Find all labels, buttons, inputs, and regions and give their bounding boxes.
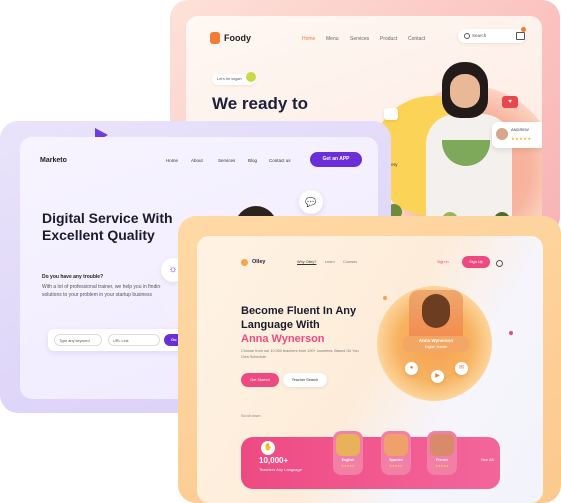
cart-badge: [521, 27, 526, 32]
olley-headline-accent: Anna Wynerson: [241, 333, 325, 345]
marketo-nav-about[interactable]: About: [191, 158, 203, 163]
rating-stars: ★★★★★: [341, 464, 355, 468]
sign-up-button[interactable]: Sign Up: [462, 256, 490, 268]
marketo-search-bar: Type any keyword URL Link Go: [48, 329, 198, 351]
get-app-button[interactable]: Get an APP: [310, 152, 362, 167]
foody-nav-contact[interactable]: Contact: [408, 36, 425, 42]
get-started-button[interactable]: Get Started: [241, 373, 279, 387]
tutor-name: Anna Wynerson: [418, 338, 454, 343]
olley-nav-why[interactable]: Why Olley?: [297, 260, 316, 264]
marketo-question: Do you have any trouble?: [42, 274, 104, 280]
heart-icon[interactable]: ♥: [502, 96, 518, 108]
foody-review-name: ANDREW: [511, 127, 529, 132]
olley-nav-learn[interactable]: Learn: [325, 260, 335, 264]
tutor-avatar: [422, 294, 450, 328]
marketo-nav-blog[interactable]: Blog: [248, 158, 257, 163]
foody-nav-product[interactable]: Product: [380, 36, 397, 42]
tutor-name-card: Anna Wynerson English Teacher: [403, 336, 469, 352]
olley-logo-icon: [241, 259, 248, 266]
marketo-nav-services[interactable]: Services: [218, 158, 235, 163]
rating-stars: ★★★★★: [435, 464, 449, 468]
video-icon[interactable]: ▶: [431, 370, 444, 383]
foody-nav-home[interactable]: Home: [302, 36, 315, 42]
search-icon[interactable]: [496, 260, 503, 267]
teacher-count: 10,000+: [259, 456, 289, 465]
olley-brand: Olley: [252, 259, 266, 265]
avatar: [336, 434, 360, 456]
mic-icon[interactable]: ●: [405, 362, 418, 375]
tutor-role: English Teacher: [424, 345, 448, 349]
hand-icon: ✋: [261, 441, 275, 455]
rating-stars: ★★★★★: [389, 464, 403, 468]
foody-nav-services[interactable]: Services: [350, 36, 369, 42]
foody-search-placeholder: Search: [472, 33, 487, 38]
teacher-language: Spanish: [389, 458, 403, 462]
leaf-icon: [246, 72, 256, 82]
marketo-brand: Marketo: [40, 157, 67, 164]
teacher-count-label: Teachers Any Language: [259, 467, 302, 472]
teacher-language: English: [341, 458, 355, 462]
teacher-search-button[interactable]: Teacher Search: [283, 373, 327, 387]
teacher-card-french[interactable]: French ★★★★★: [427, 431, 457, 475]
teachers-band: ✋ 10,000+ Teachers Any Language English …: [241, 431, 500, 489]
teacher-language: French: [436, 458, 448, 462]
sign-in-link[interactable]: Sign in: [437, 260, 449, 264]
chat-bubble-icon: 💬: [299, 190, 323, 214]
marketo-body-text: With a lot of professional trainer, we h…: [42, 284, 163, 298]
foody-hero-person-face: [450, 74, 480, 108]
olley-headline: Become Fluent In Any Language With Anna …: [241, 304, 391, 346]
olley-preview: Olley Why Olley? Learn Courses Sign in S…: [197, 236, 543, 503]
url-select[interactable]: URL Link: [108, 334, 160, 346]
search-icon: [464, 33, 470, 39]
foody-hero-title: We ready to: [212, 94, 309, 113]
marketo-nav-home[interactable]: Home: [166, 158, 178, 163]
scroll-down-hint: Scroll down: [241, 414, 261, 418]
mail-icon[interactable]: ✉: [455, 362, 468, 375]
avatar: [430, 434, 454, 456]
olley-nav-courses[interactable]: Courses: [343, 260, 357, 264]
keyword-select[interactable]: Type any keyword: [54, 334, 102, 346]
teacher-card-spanish[interactable]: Spanish ★★★★★: [381, 431, 411, 475]
marketo-nav-contact[interactable]: Contact us: [269, 158, 291, 163]
see-all-link[interactable]: See All: [481, 457, 493, 462]
foody-review-card: ANDREW ★★★★★: [492, 122, 542, 148]
note-icon: [384, 108, 398, 120]
decor-dot: [509, 331, 513, 335]
olley-subtitle: Choose from our 10,000 teachers from 100…: [241, 349, 359, 359]
decor-dot: [383, 296, 387, 300]
avatar: [496, 128, 508, 140]
foody-logo-icon: [210, 32, 220, 44]
avatar: [384, 434, 408, 456]
foody-brand: Foody: [224, 33, 251, 43]
foody-nav-menu[interactable]: Menu: [326, 36, 339, 42]
teacher-card-english[interactable]: English ★★★★★: [333, 431, 363, 475]
olley-headline-text: Become Fluent In Any Language With: [241, 305, 357, 331]
rating-stars: ★★★★★: [511, 136, 532, 141]
cart-icon[interactable]: [516, 32, 525, 40]
